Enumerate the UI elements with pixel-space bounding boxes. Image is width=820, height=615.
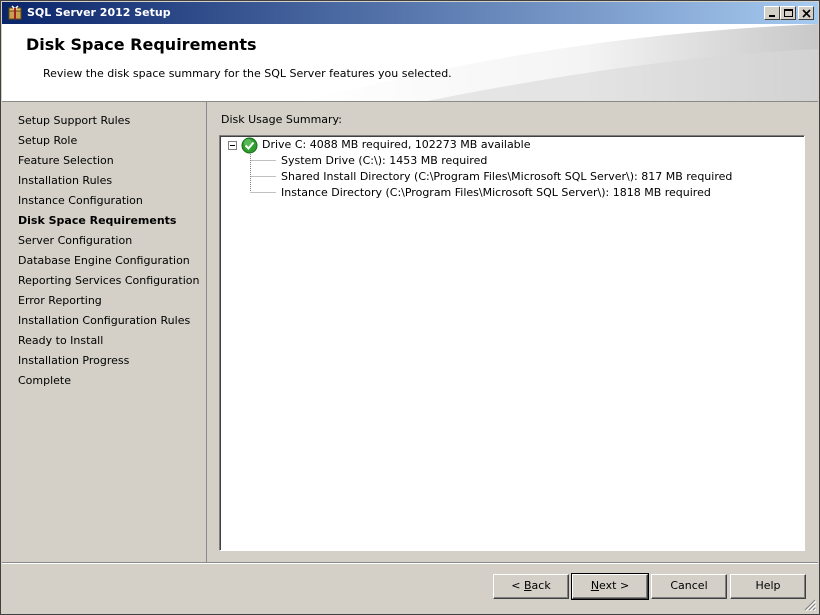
title-bar[interactable]: SQL Server 2012 Setup bbox=[2, 2, 818, 24]
page-description: Review the disk space summary for the SQ… bbox=[43, 67, 452, 80]
next-button[interactable]: Next > bbox=[571, 573, 649, 600]
sidebar-item-server-configuration[interactable]: Server Configuration bbox=[18, 233, 199, 253]
close-icon bbox=[802, 9, 811, 18]
sidebar-item-reporting-services-configuration[interactable]: Reporting Services Configuration bbox=[18, 273, 199, 293]
page-header: Disk Space Requirements Review the disk … bbox=[2, 24, 818, 102]
minimize-icon bbox=[769, 15, 775, 17]
maximize-icon bbox=[784, 9, 793, 17]
page-title: Disk Space Requirements bbox=[26, 35, 257, 54]
window-title: SQL Server 2012 Setup bbox=[27, 6, 171, 19]
minimize-button[interactable] bbox=[764, 6, 780, 20]
sidebar-item-database-engine-configuration[interactable]: Database Engine Configuration bbox=[18, 253, 199, 273]
sidebar-item-setup-role[interactable]: Setup Role bbox=[18, 133, 199, 153]
tree-node-shared-install-directory[interactable]: Shared Install Directory (C:\Program Fil… bbox=[281, 170, 732, 184]
tree-node-drive-c[interactable]: Drive C: 4088 MB required, 102273 MB ava… bbox=[262, 138, 531, 152]
sidebar-item-instance-configuration[interactable]: Instance Configuration bbox=[18, 193, 199, 213]
close-button[interactable] bbox=[798, 6, 814, 20]
back-button-hotkey: B bbox=[524, 579, 532, 592]
next-button-hotkey: N bbox=[590, 579, 600, 592]
sidebar-item-ready-to-install[interactable]: Ready to Install bbox=[18, 333, 199, 353]
sidebar-item-complete[interactable]: Complete bbox=[18, 373, 199, 393]
setup-window: SQL Server 2012 Setup Disk Space Require… bbox=[0, 0, 820, 615]
back-button-prefix: < bbox=[511, 579, 524, 592]
next-button-label: ext > bbox=[599, 579, 630, 592]
footer-divider bbox=[2, 562, 818, 564]
resize-grip-icon[interactable] bbox=[804, 599, 816, 611]
tree-node-instance-directory[interactable]: Instance Directory (C:\Program Files\Mic… bbox=[281, 186, 711, 200]
cancel-button[interactable]: Cancel bbox=[651, 574, 727, 599]
back-button-label: ack bbox=[531, 579, 551, 592]
sidebar-item-disk-space-requirements[interactable]: Disk Space Requirements bbox=[18, 213, 199, 233]
green-check-icon bbox=[241, 137, 258, 154]
back-button[interactable]: < Back bbox=[493, 574, 569, 599]
sidebar-item-installation-progress[interactable]: Installation Progress bbox=[18, 353, 199, 373]
sidebar-item-setup-support-rules[interactable]: Setup Support Rules bbox=[18, 113, 199, 133]
sql-server-setup-icon bbox=[8, 5, 22, 20]
main-panel: Disk Usage Summary: Drive C: 4088 MB req… bbox=[208, 102, 818, 562]
setup-steps-sidebar: Setup Support Rules Setup Role Feature S… bbox=[2, 102, 207, 562]
maximize-button[interactable] bbox=[780, 6, 796, 20]
disk-usage-summary-label: Disk Usage Summary: bbox=[221, 113, 342, 126]
disk-usage-tree[interactable]: Drive C: 4088 MB required, 102273 MB ava… bbox=[219, 135, 805, 551]
sidebar-item-installation-configuration-rules[interactable]: Installation Configuration Rules bbox=[18, 313, 199, 333]
sidebar-item-feature-selection[interactable]: Feature Selection bbox=[18, 153, 199, 173]
sidebar-item-error-reporting[interactable]: Error Reporting bbox=[18, 293, 199, 313]
setup-steps-list: Setup Support Rules Setup Role Feature S… bbox=[18, 113, 199, 393]
sidebar-item-installation-rules[interactable]: Installation Rules bbox=[18, 173, 199, 193]
collapse-toggle[interactable] bbox=[228, 141, 237, 150]
tree-node-system-drive[interactable]: System Drive (C:\): 1453 MB required bbox=[281, 154, 487, 168]
help-button[interactable]: Help bbox=[730, 574, 806, 599]
